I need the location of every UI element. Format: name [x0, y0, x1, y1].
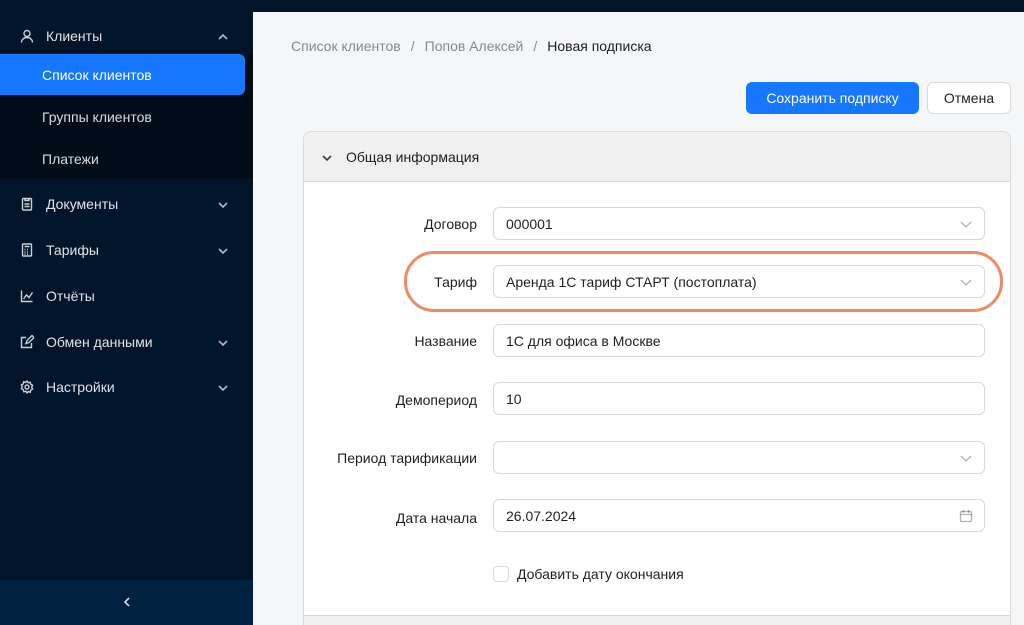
add-end-date-label: Добавить дату окончания: [517, 566, 684, 582]
submenu-client-list-label: Список клиентов: [42, 66, 152, 83]
submenu-client-groups-label: Группы клиентов: [42, 108, 152, 125]
document-icon: [19, 196, 35, 212]
menu-settings[interactable]: Настройки: [0, 365, 253, 409]
chevron-up-icon[interactable]: [217, 30, 229, 42]
sidebar: Клиенты Список клиентов Группы клиентов …: [0, 12, 253, 625]
billing-period-label: Период тарификации: [337, 450, 477, 466]
menu-documents[interactable]: Документы: [0, 182, 253, 226]
demo-period-label: Демопериод: [395, 392, 477, 408]
menu-data-exchange[interactable]: Обмен данными: [0, 320, 253, 364]
demo-period-value: 10: [506, 390, 522, 407]
menu-clients-label: Клиенты: [46, 28, 103, 44]
menu-documents-label: Документы: [46, 196, 119, 212]
tariff-label: Тариф: [434, 274, 477, 290]
breadcrumb-separator: /: [533, 38, 538, 54]
chevron-down-icon[interactable]: [217, 336, 229, 348]
submenu-payments-label: Платежи: [42, 150, 99, 167]
sidebar-collapse-button[interactable]: [0, 580, 253, 625]
user-icon: [19, 28, 35, 44]
calculator-icon: [19, 242, 35, 258]
breadcrumb-item-current: Новая подписка: [547, 38, 652, 54]
calendar-icon[interactable]: [959, 509, 973, 523]
chevron-left-icon: [121, 595, 133, 611]
top-strip: [0, 0, 1024, 12]
menu-reports-label: Отчёты: [46, 288, 95, 304]
menu-clients[interactable]: Клиенты: [0, 14, 253, 58]
menu-data-exchange-label: Обмен данными: [46, 334, 153, 350]
line-chart-icon: [19, 288, 35, 304]
chevron-down-icon: [959, 275, 973, 289]
chevron-down-icon: [959, 451, 973, 465]
menu-tariffs[interactable]: Тарифы: [0, 228, 253, 272]
breadcrumb-separator: /: [410, 38, 415, 54]
tariff-value: Аренда 1С тариф СТАРТ (постоплата): [506, 273, 757, 290]
chevron-down-icon[interactable]: [217, 198, 229, 210]
add-end-date-option[interactable]: Добавить дату окончания: [493, 566, 684, 582]
menu-tariffs-label: Тарифы: [46, 242, 99, 258]
edit-icon: [19, 334, 35, 350]
add-end-date-checkbox[interactable]: [493, 566, 509, 582]
contract-label: Договор: [424, 216, 477, 232]
start-date-value: 26.07.2024: [506, 507, 577, 524]
name-input[interactable]: 1С для офиса в Москве: [493, 324, 985, 357]
breadcrumb-item-client-list[interactable]: Список клиентов: [291, 38, 401, 54]
menu-settings-label: Настройки: [46, 379, 115, 395]
gear-icon: [19, 379, 35, 395]
chevron-down-icon: [959, 217, 973, 231]
tariff-select[interactable]: Аренда 1С тариф СТАРТ (постоплата): [493, 265, 985, 298]
contract-value: 000001: [506, 215, 553, 232]
start-date-picker[interactable]: 26.07.2024: [493, 499, 985, 532]
name-label: Название: [414, 333, 477, 349]
contract-select[interactable]: 000001: [493, 207, 985, 240]
billing-period-select[interactable]: [493, 441, 985, 474]
menu-reports[interactable]: Отчёты: [0, 274, 253, 318]
submenu-client-groups[interactable]: Группы клиентов: [0, 96, 245, 137]
submenu-payments[interactable]: Платежи: [0, 138, 245, 179]
chevron-down-icon[interactable]: [217, 244, 229, 256]
general-info-panel: Общая информация Договор 000001 Тариф Ар…: [303, 131, 1011, 625]
next-panel-edge: [304, 615, 1010, 625]
start-date-label: Дата начала: [395, 510, 477, 526]
cancel-button[interactable]: Отмена: [927, 82, 1011, 114]
general-info-header[interactable]: Общая информация: [304, 132, 1010, 182]
demo-period-input[interactable]: 10: [493, 382, 985, 415]
chevron-down-icon[interactable]: [217, 381, 229, 393]
breadcrumb-item-client[interactable]: Попов Алексей: [425, 38, 524, 54]
breadcrumb: Список клиентов / Попов Алексей / Новая …: [291, 38, 652, 54]
chevron-down-icon: [321, 151, 333, 163]
name-value: 1С для офиса в Москве: [506, 332, 661, 349]
submenu-client-list[interactable]: Список клиентов: [0, 54, 245, 95]
save-subscription-button[interactable]: Сохранить подписку: [746, 82, 919, 114]
section-title: Общая информация: [346, 148, 480, 165]
main-content: Список клиентов / Попов Алексей / Новая …: [253, 12, 1024, 625]
